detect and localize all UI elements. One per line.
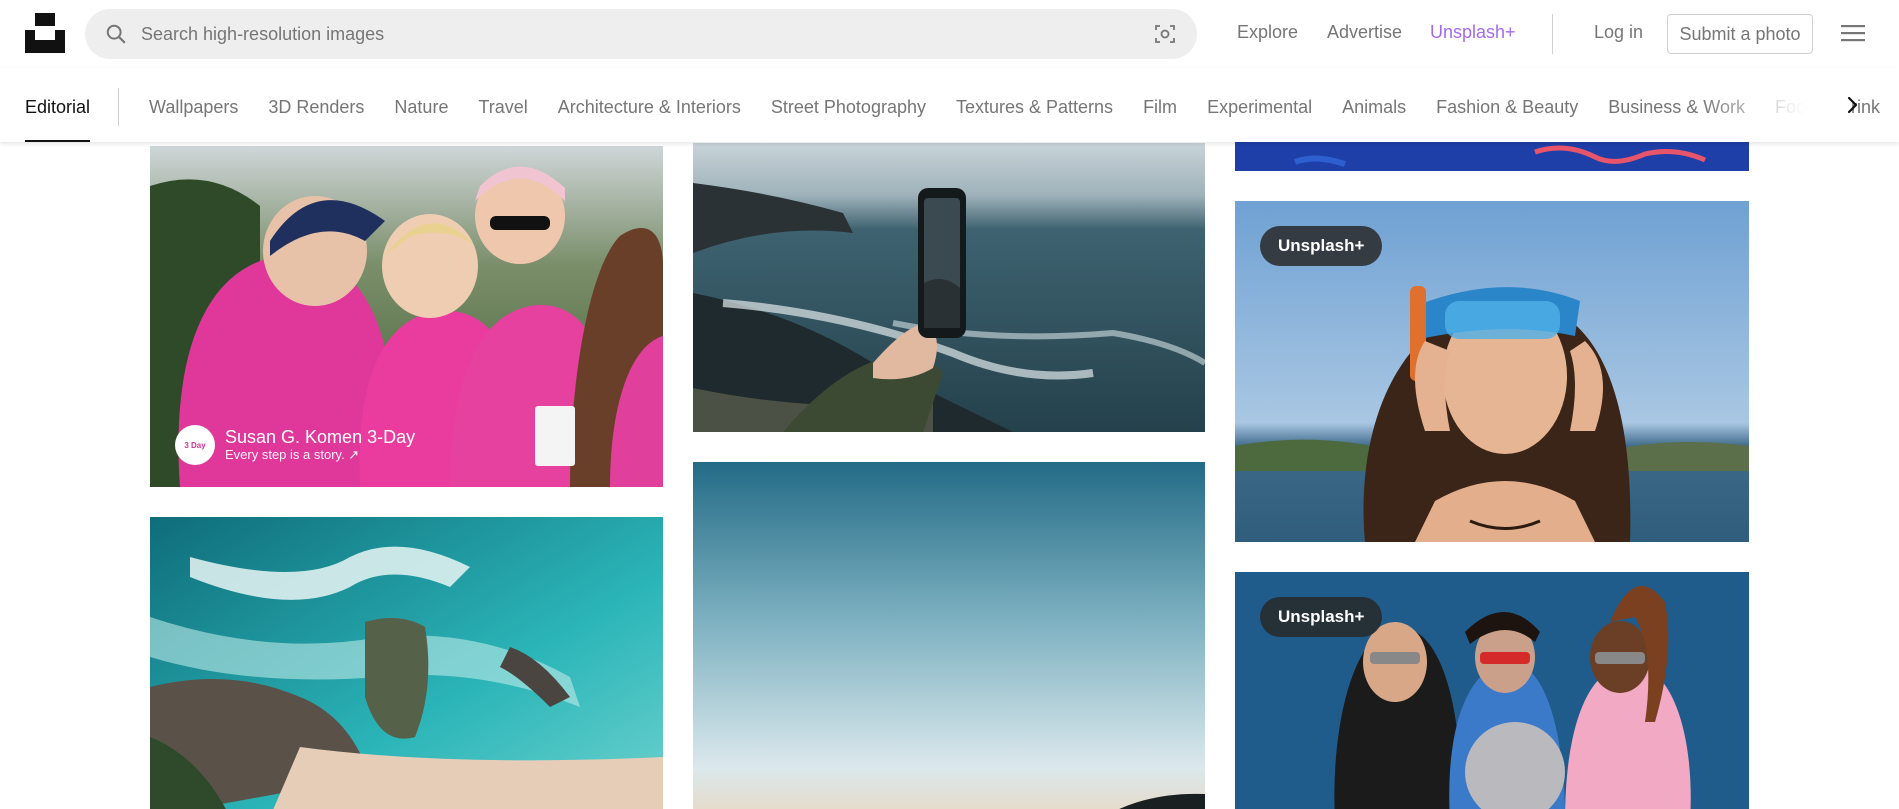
topics-divider bbox=[118, 88, 119, 126]
photo-phone-ocean-image bbox=[693, 143, 1205, 432]
tab-editorial[interactable]: Editorial bbox=[25, 68, 91, 142]
photo-three-women[interactable]: Unsplash+ bbox=[1235, 572, 1749, 809]
topic-list: Wallpapers 3D Renders Nature Travel Arch… bbox=[149, 68, 1880, 142]
submit-photo-button[interactable]: Submit a photo bbox=[1667, 14, 1813, 54]
tab-textures-patterns[interactable]: Textures & Patterns bbox=[956, 97, 1113, 118]
sponsor-avatar: 3 Day bbox=[175, 425, 215, 465]
sponsor-avatar-text: 3 Day bbox=[184, 440, 206, 450]
sponsor-info[interactable]: 3 Day Susan G. Komen 3-Day Every step is… bbox=[175, 425, 415, 465]
photo-aerial-beach[interactable] bbox=[150, 517, 663, 809]
hamburger-menu-icon[interactable] bbox=[1840, 22, 1866, 44]
photo-blue-sky[interactable] bbox=[693, 462, 1205, 809]
photo-coral-strip-image bbox=[1235, 142, 1749, 171]
chevron-right-icon[interactable] bbox=[1840, 93, 1864, 117]
tab-editorial-label: Editorial bbox=[25, 97, 91, 117]
photo-snorkel-woman[interactable]: Unsplash+ bbox=[1235, 201, 1749, 542]
tab-film[interactable]: Film bbox=[1143, 97, 1177, 118]
tab-travel[interactable]: Travel bbox=[478, 97, 527, 118]
search-icon[interactable] bbox=[103, 21, 129, 47]
sponsor-tagline: Every step is a story. ↗ bbox=[225, 447, 360, 462]
tab-wallpapers[interactable]: Wallpapers bbox=[149, 97, 238, 118]
nav-advertise-link[interactable]: Advertise bbox=[1327, 22, 1402, 43]
tab-animals[interactable]: Animals bbox=[1342, 97, 1406, 118]
unsplash-plus-badge: Unsplash+ bbox=[1260, 226, 1383, 266]
photo-aerial-beach-image bbox=[150, 517, 663, 809]
tab-street-photography[interactable]: Street Photography bbox=[771, 97, 926, 118]
photo-blue-sky-image bbox=[693, 462, 1205, 809]
topics-fade bbox=[1700, 68, 1850, 142]
unsplash-logo-icon[interactable] bbox=[25, 13, 65, 53]
visual-search-icon[interactable] bbox=[1151, 20, 1179, 48]
sponsor-name: Susan G. Komen 3-Day bbox=[225, 427, 416, 447]
tab-nature[interactable]: Nature bbox=[394, 97, 448, 118]
tab-experimental[interactable]: Experimental bbox=[1207, 97, 1312, 118]
search-bar bbox=[85, 9, 1197, 59]
tab-architecture-interiors[interactable]: Architecture & Interiors bbox=[558, 97, 741, 118]
active-tab-indicator bbox=[25, 140, 91, 142]
header-divider bbox=[1552, 14, 1553, 54]
topics-nav: Editorial Wallpapers 3D Renders Nature T… bbox=[0, 68, 1899, 142]
photo-phone-ocean[interactable] bbox=[693, 143, 1205, 432]
tab-fashion-beauty[interactable]: Fashion & Beauty bbox=[1436, 97, 1578, 118]
photo-pink-walkers[interactable]: 3 Day Susan G. Komen 3-Day Every step is… bbox=[150, 146, 663, 487]
nav-unsplash-plus-link[interactable]: Unsplash+ bbox=[1430, 22, 1516, 43]
unsplash-plus-badge: Unsplash+ bbox=[1260, 597, 1383, 637]
search-input[interactable] bbox=[141, 23, 1151, 45]
tab-3d-renders[interactable]: 3D Renders bbox=[268, 97, 364, 118]
login-link[interactable]: Log in bbox=[1594, 22, 1643, 43]
photo-coral-strip[interactable] bbox=[1235, 142, 1749, 171]
nav-explore-link[interactable]: Explore bbox=[1237, 22, 1298, 43]
top-header: Explore Advertise Unsplash+ Log in Submi… bbox=[0, 0, 1899, 68]
